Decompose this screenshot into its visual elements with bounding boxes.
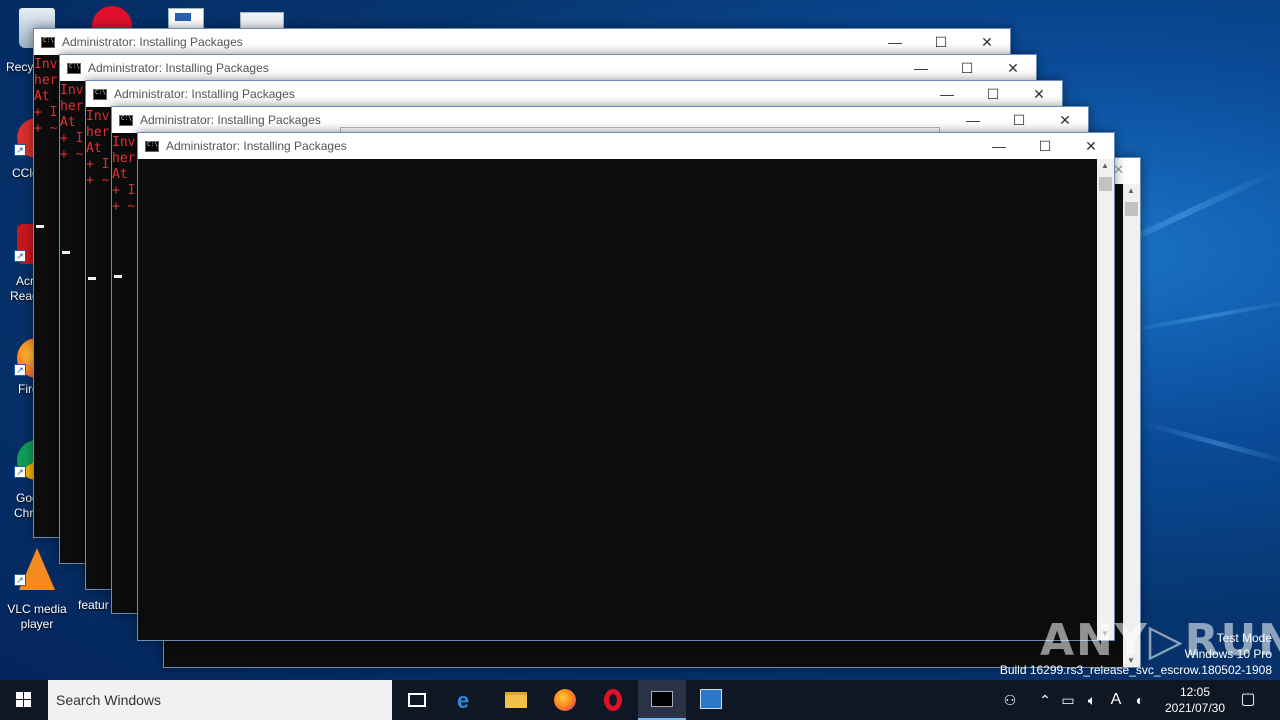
minimize-button[interactable]: — (872, 29, 918, 55)
volume-icon[interactable]: 🔈︎ (1082, 680, 1102, 720)
clock-time: 12:05 (1179, 685, 1211, 699)
wallpaper-light-streak (1119, 298, 1280, 334)
windows-logo-icon (16, 692, 32, 708)
shortcut-arrow-icon: ↗ (14, 144, 26, 156)
maximize-button[interactable]: ☐ (996, 107, 1042, 133)
cmd-icon (41, 37, 55, 48)
document-desktop-icon[interactable] (168, 8, 204, 30)
desktop-icon-label: player (20, 617, 54, 631)
close-button[interactable]: ✕ (1016, 81, 1062, 107)
vertical-scrollbar[interactable]: ▲ ▼ (1097, 159, 1114, 640)
cmd-icon (67, 63, 81, 74)
vertical-scrollbar[interactable]: ▲ ▼ (1123, 184, 1140, 667)
taskbar-opera-button[interactable] (589, 680, 637, 720)
desktop-icon-label-partial[interactable]: featur (78, 598, 109, 612)
maximize-button[interactable]: ☐ (918, 29, 964, 55)
cmd-icon (93, 89, 107, 100)
close-button[interactable]: ✕ (1042, 107, 1088, 133)
taskbar: Search Windows e ⚇ ⌃ ▭ 🔈︎ A ◐ 12:05 2021… (0, 680, 1280, 720)
chevron-up-icon[interactable]: ⌃ (1036, 680, 1054, 720)
shortcut-arrow-icon: ↗ (14, 466, 26, 478)
notifications-icon[interactable]: ▢ (1236, 680, 1260, 720)
console-area[interactable] (138, 159, 1097, 640)
action-center-badge-icon[interactable]: ◐ (1130, 680, 1150, 720)
desktop-icon-label: VLC media (7, 602, 67, 616)
scroll-up-icon[interactable]: ▲ (1127, 186, 1135, 195)
scroll-thumb[interactable] (1099, 177, 1112, 191)
window-titlebar[interactable]: Administrator: Installing Packages — ☐ ✕ (60, 55, 1036, 81)
window-title: Administrator: Installing Packages (88, 61, 269, 75)
cmd-icon (119, 115, 133, 126)
task-view-icon (408, 693, 426, 707)
task-view-button[interactable] (392, 680, 440, 720)
taskbar-clock[interactable]: 12:05 2021/07/30 (1160, 684, 1230, 716)
taskbar-search-box[interactable]: Search Windows (48, 680, 392, 720)
opera-icon (604, 689, 622, 711)
desktop-icon-label: Chr (14, 506, 34, 520)
maximize-button[interactable]: ☐ (1022, 133, 1068, 159)
console-cursor (62, 251, 70, 254)
installer-icon (700, 689, 722, 709)
shortcut-arrow-icon: ↗ (14, 250, 26, 262)
network-icon[interactable]: ▭ (1058, 680, 1078, 720)
test-mode-watermark: Test Mode Windows 10 Pro Build 16299.rs3… (1000, 630, 1272, 678)
window-title: Administrator: Installing Packages (140, 113, 321, 127)
taskbar-edge-button[interactable]: e (443, 680, 491, 720)
scroll-thumb[interactable] (1125, 202, 1138, 216)
taskbar-explorer-button[interactable] (491, 680, 539, 720)
watermark-line: Windows 10 Pro (1184, 647, 1272, 661)
minimize-button[interactable]: — (950, 107, 996, 133)
window-title: Administrator: Installing Packages (114, 87, 295, 101)
close-button[interactable]: ✕ (990, 55, 1036, 81)
ime-indicator[interactable]: A (1106, 680, 1126, 720)
edge-icon: e (457, 688, 470, 713)
console-cursor (114, 275, 122, 278)
console-cursor (36, 225, 44, 228)
desktop-icon-label: Acr (16, 274, 34, 288)
shortcut-arrow-icon: ↗ (14, 574, 26, 586)
opera-desktop-icon[interactable] (92, 6, 132, 30)
shortcut-arrow-icon: ↗ (14, 364, 26, 376)
window-titlebar[interactable]: Administrator: Installing Packages — ☐ ✕ (138, 133, 1114, 159)
minimize-button[interactable]: — (976, 133, 1022, 159)
close-button[interactable]: ✕ (1068, 133, 1114, 159)
window-title: Administrator: Installing Packages (166, 139, 347, 153)
start-button[interactable] (0, 680, 48, 720)
window-titlebar[interactable]: Administrator: Installing Packages — ☐ ✕ (86, 81, 1062, 107)
taskbar-cmd-button[interactable] (638, 680, 686, 720)
console-window-front[interactable]: Administrator: Installing Packages — ☐ ✕… (137, 132, 1115, 641)
window-titlebar[interactable]: Administrator: Installing Packages — ☐ ✕ (34, 29, 1010, 55)
cmd-icon (145, 141, 159, 152)
console-cursor (88, 277, 96, 280)
maximize-button[interactable]: ☐ (944, 55, 990, 81)
wallpaper-light-streak (1139, 420, 1280, 467)
cmd-icon (651, 691, 673, 707)
people-icon[interactable]: ⚇ (1000, 680, 1020, 720)
watermark-line: Test Mode (1216, 631, 1272, 645)
maximize-button[interactable]: ☐ (970, 81, 1016, 107)
watermark-line: Build 16299.rs3_release_svc_escrow.18050… (999, 663, 1272, 677)
firefox-icon (554, 689, 576, 711)
close-button[interactable]: ✕ (964, 29, 1010, 55)
minimize-button[interactable]: — (924, 81, 970, 107)
clock-date: 2021/07/30 (1164, 701, 1226, 715)
taskbar-firefox-button[interactable] (540, 680, 588, 720)
scroll-up-icon[interactable]: ▲ (1101, 161, 1109, 170)
minimize-button[interactable]: — (898, 55, 944, 81)
folder-icon (505, 692, 527, 708)
taskbar-installer-button[interactable] (687, 680, 735, 720)
window-title: Administrator: Installing Packages (62, 35, 243, 49)
